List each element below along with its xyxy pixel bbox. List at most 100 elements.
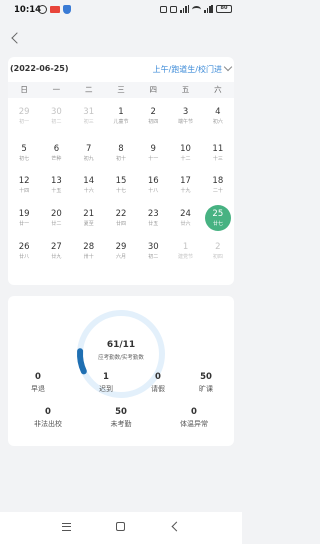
stat-label: 早退 bbox=[31, 385, 45, 393]
stat-label: 体温异常 bbox=[180, 420, 208, 428]
day-number: 1 bbox=[182, 242, 189, 252]
calendar-day[interactable]: 2 初四 bbox=[137, 102, 169, 134]
calendar-day[interactable]: 10 十二 bbox=[169, 139, 201, 171]
calendar-day[interactable]: 13 十五 bbox=[40, 171, 72, 203]
calendar-day[interactable]: 29 六月 bbox=[105, 237, 137, 269]
day-number: 27 bbox=[51, 242, 62, 252]
calendar-day[interactable]: 22 廿四 bbox=[105, 204, 137, 236]
calendar-day[interactable]: 29 初一 bbox=[8, 102, 40, 134]
lunar-date: 十九 bbox=[180, 188, 191, 194]
calendar-day[interactable]: 14 十六 bbox=[73, 171, 105, 203]
signal-icon bbox=[180, 5, 190, 13]
day-number: 19 bbox=[18, 209, 30, 219]
stat-item: 1 迟到 bbox=[76, 372, 136, 394]
lunar-date: 端午节 bbox=[178, 119, 194, 125]
weekday-label: 四 bbox=[149, 85, 158, 94]
calendar-day[interactable]: 23 廿五 bbox=[137, 204, 169, 236]
calendar-day[interactable]: 4 初六 bbox=[202, 102, 234, 134]
stat-value: 50 bbox=[115, 407, 127, 417]
stat-label: 非法出校 bbox=[34, 420, 62, 428]
day-number: 1 bbox=[118, 107, 124, 117]
ring-value: 61/11 bbox=[106, 340, 136, 350]
calendar-day[interactable]: 11 十三 bbox=[202, 139, 234, 171]
calendar-day-selected[interactable]: 25 廿七 bbox=[202, 204, 234, 236]
lunar-date: 十二 bbox=[180, 156, 191, 162]
calendar-day[interactable]: 9 十一 bbox=[137, 139, 169, 171]
lunar-date: 初九 bbox=[83, 156, 94, 162]
day-number: 13 bbox=[51, 176, 62, 186]
day-number: 30 bbox=[51, 107, 62, 117]
calendar-day[interactable]: 1 儿童节 bbox=[105, 102, 137, 134]
lunar-date: 初二 bbox=[51, 119, 62, 125]
weekday-label: 五 bbox=[181, 85, 190, 94]
calendar-day[interactable]: 30 初二 bbox=[40, 102, 72, 134]
lunar-date: 初六 bbox=[212, 119, 223, 125]
back-button[interactable] bbox=[8, 30, 24, 46]
stat-value: 0 bbox=[45, 407, 51, 417]
lunar-date: 初四 bbox=[212, 254, 223, 260]
weekday-label: 三 bbox=[117, 85, 125, 94]
lunar-date: 廿八 bbox=[19, 254, 30, 260]
calendar-day[interactable]: 27 廿九 bbox=[40, 237, 72, 269]
calendar-day[interactable]: 26 廿八 bbox=[8, 237, 40, 269]
weekday-label: 二 bbox=[84, 85, 93, 94]
stat-value: 0 bbox=[191, 407, 197, 417]
calendar-day[interactable]: 19 廿一 bbox=[8, 204, 40, 236]
calendar-day[interactable]: 8 初十 bbox=[105, 139, 137, 171]
calendar-day[interactable]: 12 十四 bbox=[8, 171, 40, 203]
day-number: 5 bbox=[21, 144, 27, 154]
back-icon[interactable] bbox=[171, 521, 182, 532]
stat-value: 0 bbox=[35, 372, 41, 382]
calendar-week-row: 26 廿八 27 廿九 28 卅十 29 六月 30 初二 1 建党节 2 初四 bbox=[8, 237, 234, 269]
calendar-day[interactable]: 3 端午节 bbox=[169, 102, 201, 134]
vibrate-icon bbox=[170, 5, 178, 13]
lunar-date: 十七 bbox=[115, 188, 126, 194]
stat-item: 0 体温异常 bbox=[164, 407, 224, 429]
calendar-day[interactable]: 31 初三 bbox=[73, 102, 105, 134]
calendar-day[interactable]: 28 卅十 bbox=[73, 237, 105, 269]
menu-icon[interactable] bbox=[62, 523, 71, 531]
lunar-date: 初三 bbox=[83, 119, 94, 125]
calendar-day[interactable]: 21 夏至 bbox=[73, 204, 105, 236]
day-number: 29 bbox=[115, 242, 127, 252]
lunar-date: 二十 bbox=[212, 188, 223, 194]
system-nav-bar bbox=[0, 512, 242, 544]
day-number: 24 bbox=[180, 209, 191, 219]
app-notification-icon bbox=[50, 6, 60, 13]
ring-label: 应考勤数/实考勤数 bbox=[98, 355, 144, 361]
calendar-day[interactable]: 17 十九 bbox=[169, 171, 201, 203]
calendar-card: (2022-06-25) 上午/跑道生/校门进 日一二三四五六 29 初一 30 初二… bbox=[8, 57, 234, 285]
lunar-date: 廿二 bbox=[51, 221, 62, 227]
calendar-day[interactable]: 15 十七 bbox=[105, 171, 137, 203]
calendar-day[interactable]: 5 初七 bbox=[8, 139, 40, 171]
calendar-day[interactable]: 20 廿二 bbox=[40, 204, 72, 236]
chevron-down-icon[interactable] bbox=[223, 62, 233, 72]
stat-label: 迟到 bbox=[99, 385, 113, 393]
status-notification-icons bbox=[38, 5, 71, 14]
lunar-date: 芒种 bbox=[51, 156, 62, 162]
lunar-date: 夏至 bbox=[83, 221, 94, 227]
calendar-day[interactable]: 7 初九 bbox=[73, 139, 105, 171]
calendar-day[interactable]: 16 十八 bbox=[137, 171, 169, 203]
calendar-day[interactable]: 18 二十 bbox=[202, 171, 234, 203]
day-number: 8 bbox=[118, 144, 124, 154]
lunar-date: 十一 bbox=[148, 156, 159, 162]
day-number: 2 bbox=[150, 107, 156, 117]
day-number: 28 bbox=[83, 242, 95, 252]
lunar-date: 儿童节 bbox=[113, 119, 129, 125]
lunar-date: 廿六 bbox=[180, 221, 191, 227]
stat-item: 50 未考勤 bbox=[91, 407, 151, 429]
attendance-summary-card: 61/11 应考勤数/实考勤数 0 早退 1 迟到 0 请假 50 旷课 0 非法出校 50 未考勤 0… bbox=[8, 296, 234, 446]
calendar-day[interactable]: 30 初二 bbox=[137, 237, 169, 269]
calendar-day[interactable]: 1 建党节 bbox=[169, 237, 201, 269]
calendar-day[interactable]: 24 廿六 bbox=[169, 204, 201, 236]
calendar-day[interactable]: 2 初四 bbox=[202, 237, 234, 269]
status-system-icons: 80 bbox=[160, 5, 232, 13]
day-number: 11 bbox=[212, 144, 224, 154]
alarm-icon bbox=[38, 5, 47, 14]
calendar-week-row: 5 初七 6 芒种 7 初九 8 初十 9 十一 10 十二 11 十三 bbox=[8, 139, 234, 171]
calendar-day[interactable]: 6 芒种 bbox=[40, 139, 72, 171]
home-icon[interactable] bbox=[116, 522, 125, 531]
filter-selector[interactable]: 上午/跑道生/校门进 bbox=[153, 64, 222, 75]
stat-item: 50 旷课 bbox=[176, 372, 236, 394]
